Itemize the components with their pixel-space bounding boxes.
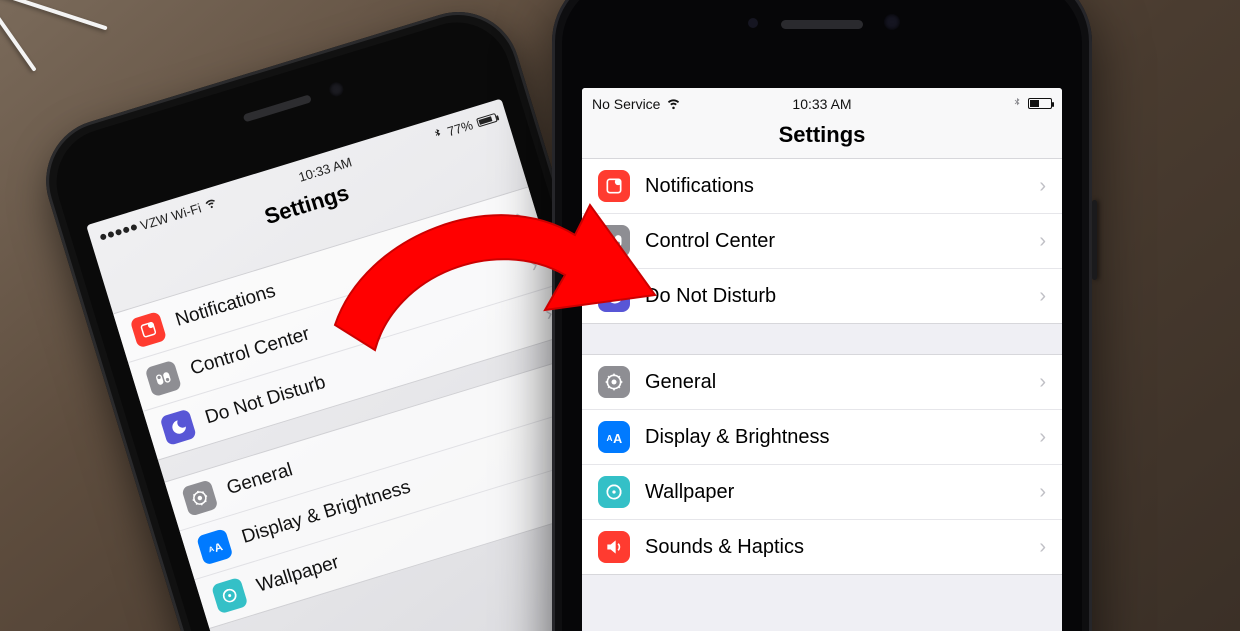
svg-text:A: A: [613, 432, 622, 446]
chevron-right-icon: ›: [1039, 536, 1046, 559]
side-button: [1092, 200, 1097, 280]
row-sounds[interactable]: Sounds & Haptics ›: [582, 520, 1062, 574]
bluetooth-icon: [1012, 95, 1022, 112]
wifi-icon: [666, 95, 681, 113]
notifications-icon: [130, 311, 167, 348]
phone-right: No Service 10:33 AM Settings Notificatio…: [552, 0, 1092, 631]
proximity-sensor: [748, 18, 758, 28]
row-do-not-disturb[interactable]: Do Not Disturb ›: [582, 269, 1062, 323]
do-not-disturb-icon: [598, 280, 630, 312]
settings-group-2: General › AA Display & Brightness › Wall…: [582, 354, 1062, 575]
display-icon: AA: [598, 421, 630, 453]
earpiece: [781, 20, 863, 29]
svg-text:A: A: [607, 433, 613, 443]
row-label: Do Not Disturb: [645, 285, 1024, 308]
chevron-right-icon: ›: [527, 253, 540, 277]
settings-group-1: Notifications › Control Center › Do Not …: [582, 159, 1062, 324]
carrier-label: No Service: [592, 96, 660, 112]
row-wallpaper[interactable]: Wallpaper ›: [582, 465, 1062, 520]
general-icon: [598, 366, 630, 398]
notifications-icon: [598, 170, 630, 202]
row-display[interactable]: AA Display & Brightness ›: [582, 410, 1062, 465]
screen-right: No Service 10:33 AM Settings Notificatio…: [582, 88, 1062, 631]
photo-stage: VZW Wi-Fi 10:33 AM 77% Settings Notifica…: [0, 0, 1240, 631]
control-center-icon: [598, 225, 630, 257]
row-label: Display & Brightness: [645, 426, 1024, 449]
display-icon: AA: [196, 528, 233, 565]
chevron-right-icon: ›: [1039, 230, 1046, 253]
wifi-icon: [202, 194, 219, 213]
chevron-right-icon: ›: [513, 204, 526, 228]
general-icon: [181, 479, 218, 516]
row-label: Sounds & Haptics: [645, 536, 1024, 559]
row-control-center[interactable]: Control Center ›: [582, 214, 1062, 269]
page-title: Settings: [582, 114, 1062, 159]
chevron-right-icon: ›: [1039, 285, 1046, 308]
chevron-right-icon: ›: [1039, 371, 1046, 394]
row-label: Wallpaper: [645, 481, 1024, 504]
row-general[interactable]: General ›: [582, 355, 1062, 410]
chevron-right-icon: ›: [1039, 426, 1046, 449]
row-label: Notifications: [645, 175, 1024, 198]
wallpaper-icon: [598, 476, 630, 508]
status-bar: No Service 10:33 AM: [582, 88, 1062, 114]
do-not-disturb-icon: [159, 409, 196, 446]
row-label: Control Center: [645, 230, 1024, 253]
sounds-icon: [598, 531, 630, 563]
chevron-right-icon: ›: [1039, 481, 1046, 504]
bluetooth-icon: [431, 125, 445, 143]
chevron-right-icon: ›: [1039, 175, 1046, 198]
front-camera: [884, 14, 900, 30]
control-center-icon: [145, 360, 182, 397]
row-notifications[interactable]: Notifications ›: [582, 159, 1062, 214]
battery-icon: [476, 112, 498, 126]
row-label: General: [645, 371, 1024, 394]
wallpaper-icon: [211, 577, 248, 614]
battery-icon: [1028, 98, 1052, 109]
